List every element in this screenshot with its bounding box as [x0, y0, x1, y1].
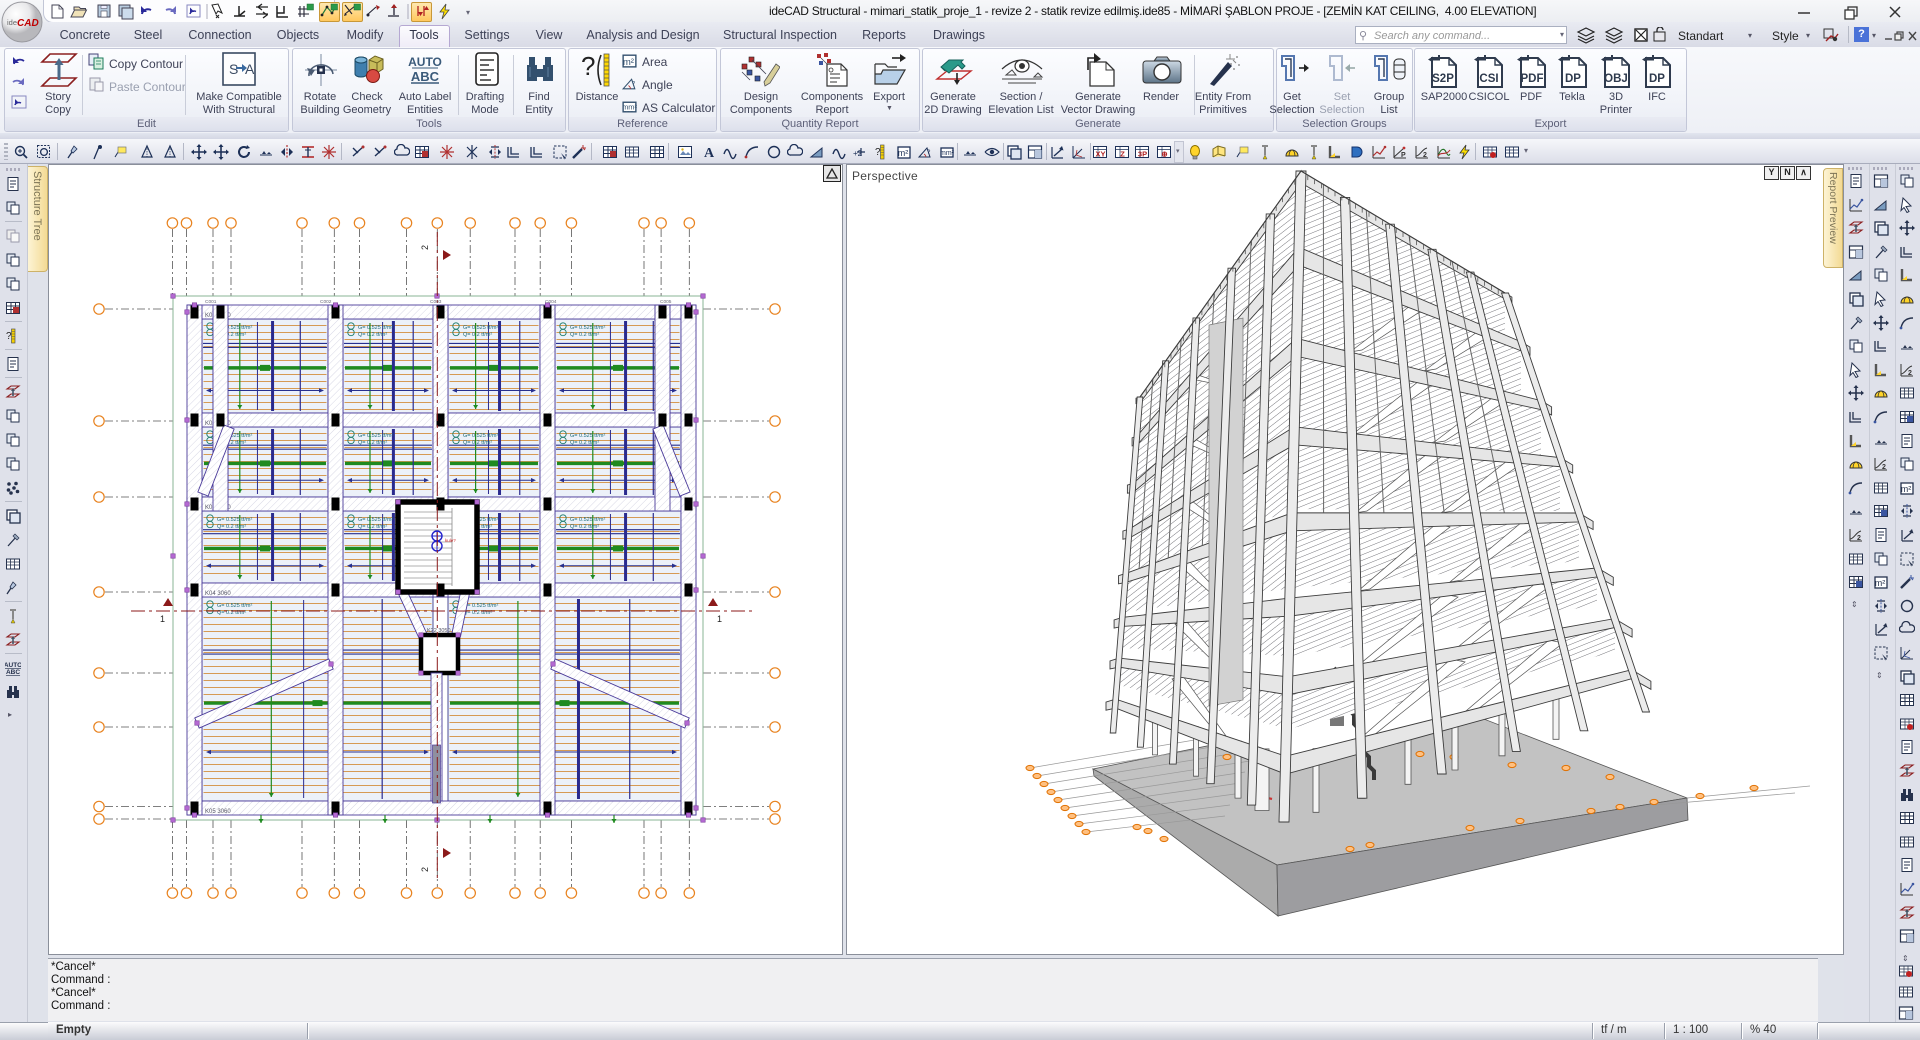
svg-text:C001: C001 — [205, 299, 217, 305]
svg-text:G= 0.525 tf/m²: G= 0.525 tf/m² — [463, 325, 498, 331]
svg-text:m²: m² — [623, 57, 634, 68]
svg-text:G= 0.525 tf/m²: G= 0.525 tf/m² — [570, 517, 605, 523]
svg-text:?: ? — [6, 331, 12, 342]
svg-text:2: 2 — [420, 245, 430, 250]
svg-text:AUTO: AUTO — [408, 55, 442, 69]
svg-text:2: 2 — [1882, 464, 1886, 471]
svg-text:mm²: mm² — [940, 150, 955, 157]
svg-text:m²: m² — [1901, 484, 1912, 494]
svg-text:CAD: CAD — [17, 18, 39, 29]
svg-text:G= 0.525 tf/m²: G= 0.525 tf/m² — [570, 325, 605, 331]
svg-text:ABC: ABC — [6, 669, 20, 676]
svg-text:C005: C005 — [660, 299, 672, 305]
svg-text:C002: C002 — [320, 299, 332, 305]
svg-text:DP: DP — [1565, 73, 1581, 85]
svg-text:G= 0.525 tf/m²: G= 0.525 tf/m² — [358, 517, 393, 523]
svg-text:K04 3060: K04 3060 — [205, 591, 231, 597]
svg-text:DP: DP — [1649, 73, 1665, 85]
svg-text:1: 1 — [160, 614, 165, 624]
svg-text:CSI: CSI — [1479, 73, 1498, 85]
svg-text:Q= 0.2 tf/m²: Q= 0.2 tf/m² — [570, 332, 599, 338]
svg-text:C004: C004 — [545, 299, 557, 305]
svg-text:⊕: ⊕ — [1161, 150, 1168, 159]
svg-text:G= 0.525 tf/m²: G= 0.525 tf/m² — [463, 603, 498, 609]
svg-text:?: ? — [581, 51, 595, 81]
svg-text:?: ? — [632, 81, 636, 88]
svg-text:PDF: PDF — [1521, 73, 1544, 85]
svg-text:S2P: S2P — [1432, 73, 1454, 85]
svg-text:Z: Z — [1120, 150, 1125, 159]
svg-text:2: 2 — [420, 867, 430, 872]
svg-text:mm²: mm² — [622, 103, 637, 112]
svg-text:2: 2 — [1423, 152, 1427, 159]
svg-text:Q= 0.2 tf/m²: Q= 0.2 tf/m² — [463, 332, 492, 338]
svg-text:G= 0.525 tf/m²: G= 0.525 tf/m² — [217, 603, 252, 609]
svg-text:G= 0.525 tf/m²: G= 0.525 tf/m² — [358, 433, 393, 439]
svg-text:G= 0.525 tf/m²: G= 0.525 tf/m² — [217, 517, 252, 523]
svg-text:K05 3060: K05 3060 — [205, 809, 231, 815]
svg-text:OBJ: OBJ — [1604, 73, 1628, 85]
svg-text:Q= 0.2 tf/m²: Q= 0.2 tf/m² — [463, 440, 492, 446]
svg-text:K22 3050: K22 3050 — [427, 628, 451, 634]
svg-text:P: P — [1401, 152, 1406, 159]
svg-text:G= 0.525 tf/m²: G= 0.525 tf/m² — [463, 433, 498, 439]
svg-text:kule?: kule? — [445, 538, 456, 543]
svg-text:ABC: ABC — [411, 69, 440, 84]
svg-text:1: 1 — [717, 614, 722, 624]
svg-text:XY: XY — [1095, 150, 1105, 159]
svg-text:Q= 0.2 tf/m²: Q= 0.2 tf/m² — [570, 440, 599, 446]
svg-text:Q= 0.2 tf/m²: Q= 0.2 tf/m² — [358, 332, 387, 338]
svg-text:?: ? — [875, 147, 881, 158]
svg-text:m²: m² — [898, 148, 909, 158]
svg-text:C003: C003 — [430, 299, 442, 305]
svg-text:+2: +2 — [853, 149, 863, 158]
svg-text:m²: m² — [1875, 578, 1886, 588]
svg-text:?: ? — [927, 150, 931, 156]
svg-text:Q= 0.2 tf/m²: Q= 0.2 tf/m² — [217, 524, 246, 530]
svg-text:3P: 3P — [1138, 150, 1147, 159]
svg-text:G= 0.525 tf/m²: G= 0.525 tf/m² — [358, 325, 393, 331]
svg-text:AUTO: AUTO — [5, 662, 21, 669]
svg-text:ide: ide — [7, 18, 17, 27]
svg-text:G= 0.525 tf/m²: G= 0.525 tf/m² — [570, 433, 605, 439]
svg-text:A: A — [245, 61, 255, 77]
svg-text:Q= 0.2 tf/m²: Q= 0.2 tf/m² — [358, 524, 387, 530]
svg-text:2: 2 — [1908, 370, 1912, 377]
svg-text:2: 2 — [1857, 535, 1861, 542]
svg-text:Q= 0.2 tf/m²: Q= 0.2 tf/m² — [570, 524, 599, 530]
svg-text:A: A — [704, 146, 715, 160]
svg-text:Q= 0.2 tf/m²: Q= 0.2 tf/m² — [358, 440, 387, 446]
